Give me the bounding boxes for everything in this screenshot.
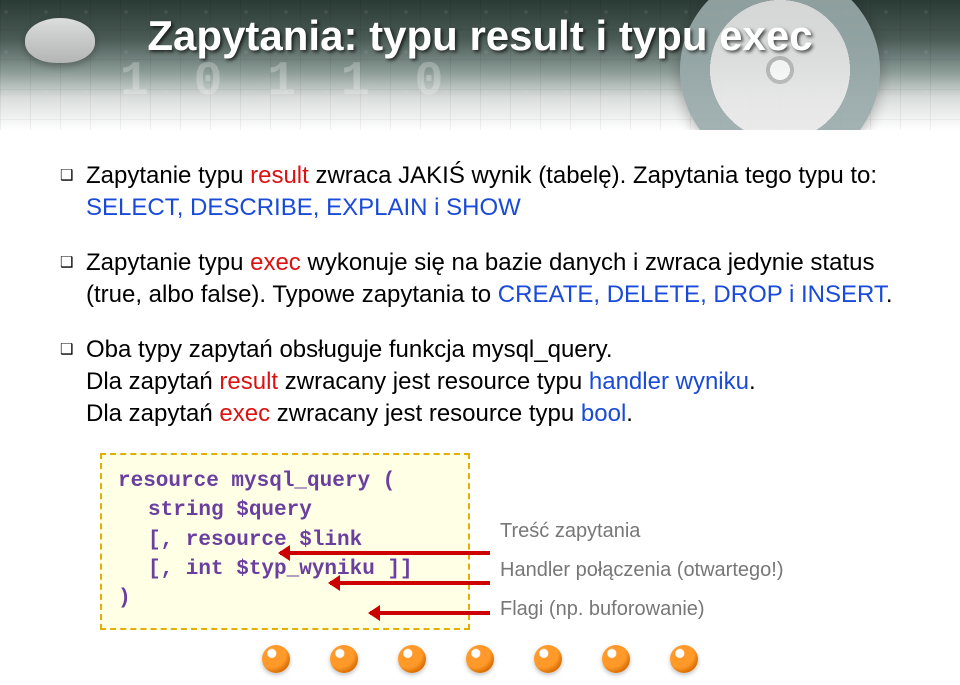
arrow-icon <box>370 611 490 615</box>
code-line: ) <box>118 584 452 613</box>
text: Dla zapytań <box>86 400 219 427</box>
bullet-2-text: Zapytanie typu exec wykonuje się na bazi… <box>86 247 900 312</box>
keyword-bool: bool <box>581 400 626 427</box>
text: Oba typy zapytań obsługuje funkcja mysql… <box>86 336 613 363</box>
dot-icon <box>466 645 494 673</box>
arrow-icon <box>330 581 490 585</box>
bullet-1-text: Zapytanie typu result zwraca JAKIŚ wynik… <box>86 160 900 225</box>
text: . <box>626 400 633 427</box>
text: Dla zapytań <box>86 368 219 395</box>
code-line: string $query <box>118 496 452 525</box>
dot-icon <box>670 645 698 673</box>
text: zwracany jest resource typu <box>278 368 589 395</box>
text: Zapytanie typu <box>86 162 250 189</box>
bullet-marker-icon: ❑ <box>60 334 86 431</box>
text: zwracany jest resource typu <box>270 400 581 427</box>
code-line: resource mysql_query ( <box>118 467 452 496</box>
dot-icon <box>330 645 358 673</box>
text: . <box>749 368 756 395</box>
bullet-marker-icon: ❑ <box>60 160 86 225</box>
slide-header-graphic: 1 0 1 1 0 Zapytania: typu result i typu … <box>0 0 960 130</box>
keyword-result: result <box>219 368 278 395</box>
bullet-1: ❑ Zapytanie typu result zwraca JAKIŚ wyn… <box>60 160 900 225</box>
text: Zapytanie typu <box>86 249 250 276</box>
slide-title: Zapytania: typu result i typu exec <box>0 12 960 60</box>
footer-decor-dots <box>0 645 960 673</box>
arrow-icon <box>280 551 490 555</box>
code-annotations: Treść zapytania Handler połączenia (otwa… <box>500 516 784 633</box>
code-signature-box: resource mysql_query ( string $query [, … <box>100 453 470 630</box>
text: zwraca JAKIŚ wynik (tabelę). Zapytania t… <box>309 162 877 189</box>
sql-keywords: SELECT, DESCRIBE, EXPLAIN i SHOW <box>86 194 521 221</box>
sql-keywords: CREATE, DELETE, DROP i INSERT <box>498 281 886 308</box>
bullet-2: ❑ Zapytanie typu exec wykonuje się na ba… <box>60 247 900 312</box>
annotation-flags: Flagi (np. buforowanie) <box>500 594 784 625</box>
keyword-handler: handler wyniku <box>589 368 749 395</box>
bullet-3: ❑ Oba typy zapytań obsługuje funkcja mys… <box>60 334 900 431</box>
keyword-exec: exec <box>250 249 301 276</box>
dot-icon <box>398 645 426 673</box>
annotation-connection-handler: Handler połączenia (otwartego!) <box>500 555 784 586</box>
keyword-result: result <box>250 162 309 189</box>
text: . <box>886 281 893 308</box>
dot-icon <box>602 645 630 673</box>
bullet-marker-icon: ❑ <box>60 247 86 312</box>
dot-icon <box>262 645 290 673</box>
dot-icon <box>534 645 562 673</box>
binary-digits-decor: 1 0 1 1 0 <box>120 55 451 109</box>
keyword-exec: exec <box>219 400 270 427</box>
bullet-3-text: Oba typy zapytań obsługuje funkcja mysql… <box>86 334 900 431</box>
annotation-query-text: Treść zapytania <box>500 516 784 547</box>
